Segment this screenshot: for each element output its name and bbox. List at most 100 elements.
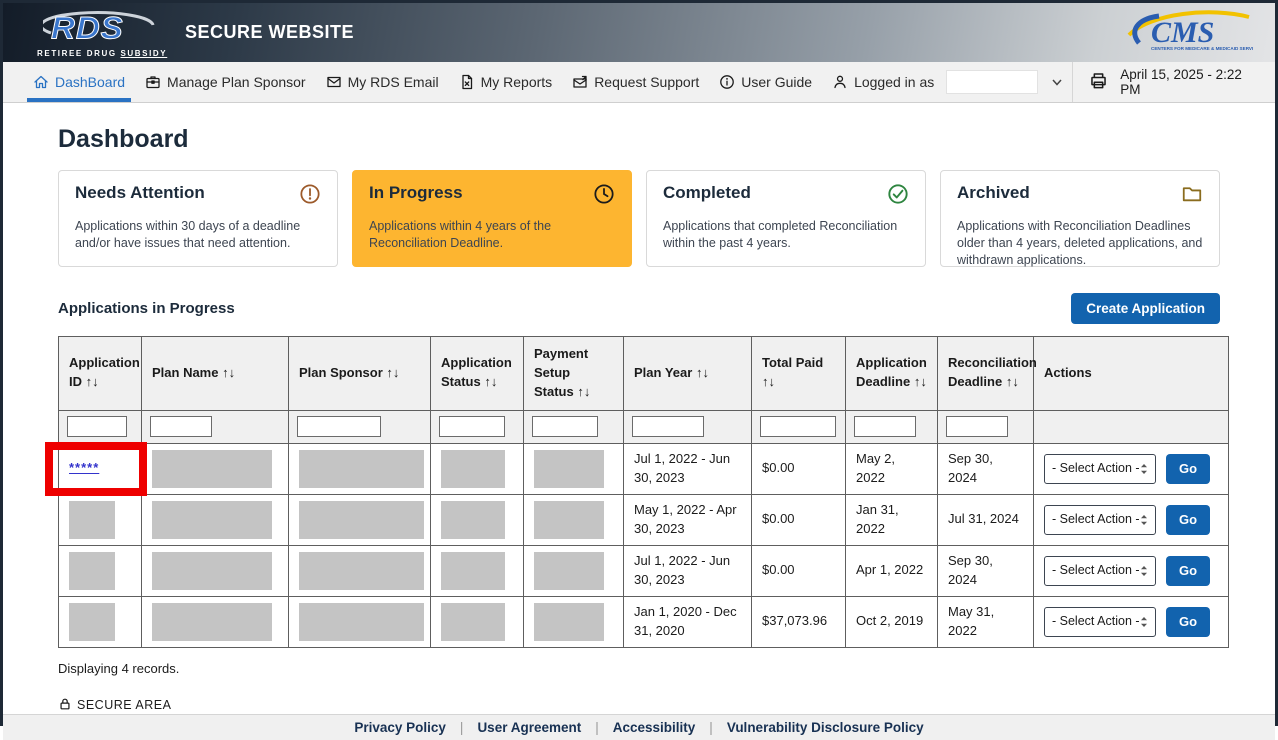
column-header-plan-sponsor[interactable]: Plan Sponsor ↑↓ — [289, 337, 431, 411]
cell-actions: - Select Action - Go — [1034, 596, 1229, 647]
footer-link-privacy-policy[interactable]: Privacy Policy — [354, 720, 446, 735]
cell-application-id — [59, 596, 142, 647]
footer: Privacy Policy|User Agreement|Accessibil… — [3, 714, 1275, 740]
filter-input-application-deadline[interactable] — [854, 416, 916, 437]
column-header-actions: Actions — [1034, 337, 1229, 411]
footer-link-user-agreement[interactable]: User Agreement — [477, 720, 581, 735]
redacted-value — [152, 603, 272, 641]
nav-item-manage-plan-sponsor[interactable]: Manage Plan Sponsor — [135, 62, 316, 102]
filter-input-payment-setup-status[interactable] — [532, 416, 598, 437]
cell-application-status — [431, 443, 524, 494]
nav-item-dashboard[interactable]: DashBoard — [23, 62, 135, 102]
cell-plan-year: Jan 1, 2020 - Dec 31, 2020 — [624, 596, 752, 647]
cell-value: Sep 30, 2024 — [948, 553, 993, 586]
application-id-link[interactable]: ***** — [69, 460, 99, 475]
action-select-dropdown[interactable]: - Select Action - — [1044, 454, 1156, 484]
sort-icon[interactable]: ↑↓ — [910, 374, 927, 389]
logged-in-user-select[interactable] — [946, 70, 1038, 94]
support-icon — [572, 74, 588, 90]
select-caret-icon — [1140, 514, 1148, 526]
home-icon — [33, 74, 49, 90]
action-select-dropdown[interactable]: - Select Action - — [1044, 505, 1156, 535]
column-header-plan-year[interactable]: Plan Year ↑↓ — [624, 337, 752, 411]
card-title: Archived — [957, 183, 1030, 203]
nav-item-my-reports[interactable]: My Reports — [449, 62, 563, 102]
filter-input-application-status[interactable] — [439, 416, 505, 437]
sort-icon[interactable]: ↑↓ — [82, 374, 99, 389]
redacted-value — [69, 552, 115, 590]
create-application-button[interactable]: Create Application — [1071, 293, 1220, 324]
rds-tagline-part2: Subsidy — [120, 49, 167, 58]
cell-plan-year: Jul 1, 2022 - Jun 30, 2023 — [624, 443, 752, 494]
nav-item-my-rds-email[interactable]: My RDS Email — [316, 62, 449, 102]
cell-value: May 2, 2022 — [856, 451, 895, 484]
cms-tagline: CENTERS FOR MEDICARE & MEDICAID SERVICES — [1151, 46, 1253, 51]
cell-reconciliation-deadline: Sep 30, 2024 — [938, 545, 1034, 596]
go-button[interactable]: Go — [1166, 556, 1210, 586]
cell-value: $0.00 — [762, 511, 795, 526]
filter-input-reconciliation-deadline[interactable] — [946, 416, 1008, 437]
cell-value: Apr 1, 2022 — [856, 562, 923, 577]
filter-input-application-id[interactable] — [67, 416, 127, 437]
sort-icon[interactable]: ↑↓ — [218, 365, 235, 380]
filter-row — [59, 410, 1229, 443]
column-header-reconciliation-deadline[interactable]: Reconciliation Deadline ↑↓ — [938, 337, 1034, 411]
footer-link-vulnerability-disclosure-policy[interactable]: Vulnerability Disclosure Policy — [727, 720, 924, 735]
sort-icon[interactable]: ↑↓ — [383, 365, 400, 380]
column-header-payment-setup-status[interactable]: Payment Setup Status ↑↓ — [524, 337, 624, 411]
action-select-label: - Select Action - — [1052, 511, 1140, 529]
column-label: Reconciliation Deadline — [948, 355, 1037, 389]
main-content: Dashboard Needs AttentionApplications wi… — [3, 103, 1275, 714]
cell-value: Jul 31, 2024 — [948, 511, 1019, 526]
cell-application-id — [59, 545, 142, 596]
sort-icon[interactable]: ↑↓ — [574, 384, 591, 399]
datetime-label: April 15, 2025 - 2:22 PM — [1120, 67, 1257, 97]
card-needs-attention[interactable]: Needs AttentionApplications within 30 da… — [58, 170, 338, 267]
column-header-total-paid[interactable]: Total Paid ↑↓ — [752, 337, 846, 411]
section-heading: Applications in Progress — [58, 300, 235, 317]
column-header-application-status[interactable]: Application Status ↑↓ — [431, 337, 524, 411]
print-icon[interactable] — [1089, 71, 1108, 93]
filter-cell-application-id — [59, 410, 142, 443]
go-button[interactable]: Go — [1166, 607, 1210, 637]
cell-actions: - Select Action - Go — [1034, 545, 1229, 596]
cell-payment-setup-status — [524, 494, 624, 545]
cell-payment-setup-status — [524, 443, 624, 494]
go-button[interactable]: Go — [1166, 454, 1210, 484]
action-select-dropdown[interactable]: - Select Action - — [1044, 607, 1156, 637]
nav-item-label: Logged in as — [854, 74, 934, 90]
action-select-label: - Select Action - — [1052, 613, 1140, 631]
table-header-row: Application ID ↑↓Plan Name ↑↓Plan Sponso… — [59, 337, 1229, 411]
nav-item-request-support[interactable]: Request Support — [562, 62, 709, 102]
sort-icon[interactable]: ↑↓ — [692, 365, 709, 380]
card-in-progress[interactable]: In ProgressApplications within 4 years o… — [352, 170, 632, 267]
nav-item-user-guide[interactable]: User Guide — [709, 62, 822, 102]
card-archived[interactable]: ArchivedApplications with Reconciliation… — [940, 170, 1220, 267]
column-header-application-deadline[interactable]: Application Deadline ↑↓ — [846, 337, 938, 411]
column-header-application-id[interactable]: Application ID ↑↓ — [59, 337, 142, 411]
filter-input-plan-year[interactable] — [632, 416, 704, 437]
cell-application-status — [431, 596, 524, 647]
filter-input-plan-name[interactable] — [150, 416, 212, 437]
nav-items: DashBoardManage Plan SponsorMy RDS Email… — [23, 62, 1072, 102]
cell-total-paid: $0.00 — [752, 443, 846, 494]
cell-payment-setup-status — [524, 545, 624, 596]
chevron-down-icon[interactable] — [1052, 79, 1062, 86]
cell-value: $37,073.96 — [762, 613, 827, 628]
cell-application-deadline: Oct 2, 2019 — [846, 596, 938, 647]
action-select-dropdown[interactable]: - Select Action - — [1044, 556, 1156, 586]
sort-icon[interactable]: ↑↓ — [481, 374, 498, 389]
go-button[interactable]: Go — [1166, 505, 1210, 535]
cell-total-paid: $0.00 — [752, 494, 846, 545]
cell-value: Jan 31, 2022 — [856, 502, 899, 535]
sort-icon[interactable]: ↑↓ — [1002, 374, 1019, 389]
column-header-plan-name[interactable]: Plan Name ↑↓ — [142, 337, 289, 411]
redacted-value — [534, 450, 604, 488]
sort-icon[interactable]: ↑↓ — [762, 374, 775, 389]
filter-input-total-paid[interactable] — [760, 416, 836, 437]
footer-link-accessibility[interactable]: Accessibility — [613, 720, 696, 735]
card-completed[interactable]: CompletedApplications that completed Rec… — [646, 170, 926, 267]
filter-input-plan-sponsor[interactable] — [297, 416, 381, 437]
nav-item-logged-in-as[interactable]: Logged in as — [822, 62, 1072, 102]
redacted-value — [152, 501, 272, 539]
